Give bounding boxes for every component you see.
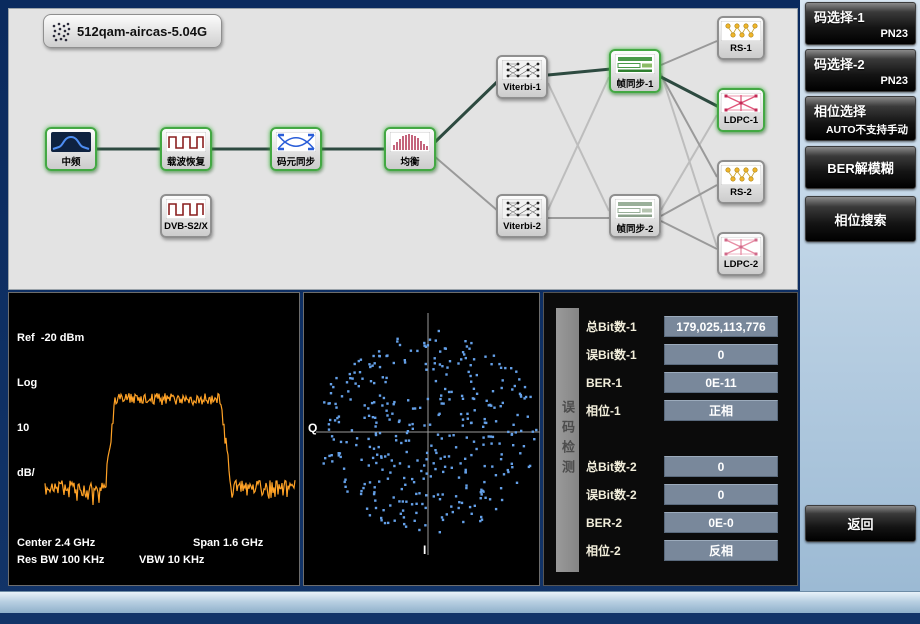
ber-row-error-bits-2: 误Bit数-2 0 <box>586 484 798 505</box>
ldpc-code-icon <box>721 237 761 257</box>
ber-row-value: 0E-0 <box>664 512 778 533</box>
flow-node-rs-1[interactable]: RS-1 <box>717 16 765 60</box>
signal-title-chip[interactable]: 512qam-aircas-5.04G <box>43 14 222 48</box>
flow-node-symbol-sync[interactable]: 码元同步 <box>270 127 322 171</box>
frame-sync-icon <box>615 199 655 219</box>
trellis-icon <box>502 60 542 80</box>
ber-row-ber-2: BER-2 0E-0 <box>586 512 798 533</box>
ber-row-label: 误Bit数-1 <box>586 346 664 363</box>
error-detection-panel: 误码检测 总Bit数-1 179,025,113,776 误Bit数-1 0 B… <box>543 292 798 586</box>
ber-row-value: 0 <box>664 484 778 505</box>
flow-node-equalizer[interactable]: 均衡 <box>384 127 436 171</box>
ber-row-value: 179,025,113,776 <box>664 316 778 337</box>
spectrum-res-bw: Res BW 100 KHz <box>17 554 104 566</box>
pulse-waveform-icon <box>166 132 206 152</box>
spectrum-scale-value: 10 <box>17 421 84 436</box>
ber-row-value: 0 <box>664 344 778 365</box>
ber-row-value: 0E-11 <box>664 372 778 393</box>
constellation-panel: Q I <box>303 292 540 586</box>
sidebar-button-code-select-1[interactable]: 码选择-1 PN23 <box>805 2 916 45</box>
spectrum-log-label: Log <box>17 376 84 391</box>
equalizer-spectrum-icon <box>390 132 430 152</box>
spectrum-center-freq: Center 2.4 GHz <box>17 537 95 549</box>
error-detection-side-label: 误码检测 <box>556 308 579 572</box>
spectrum-ref-level: Ref -20 dBm <box>17 331 84 346</box>
signal-flow-panel: 512qam-aircas-5.04G 中频 载波恢复 码元同步 均衡 DVB-… <box>8 8 798 290</box>
ber-row-label: 总Bit数-2 <box>586 458 664 475</box>
ber-row-total-bits-1: 总Bit数-1 179,025,113,776 <box>586 316 798 337</box>
if-spectrum-icon <box>51 132 91 152</box>
right-sidebar: 码选择-1 PN23 码选择-2 PN23 相位选择 AUTO不支持手动 BER… <box>800 0 920 591</box>
ber-row-error-bits-1: 误Bit数-1 0 <box>586 344 798 365</box>
sidebar-button-code-select-2[interactable]: 码选择-2 PN23 <box>805 49 916 92</box>
flow-node-ldpc-1[interactable]: LDPC-1 <box>717 88 765 132</box>
ber-row-label: BER-2 <box>586 516 664 530</box>
pulse-waveform-icon <box>166 199 206 219</box>
rs-code-icon <box>721 165 761 185</box>
ber-row-label: 总Bit数-1 <box>586 318 664 335</box>
eye-diagram-icon <box>276 132 316 152</box>
spectrum-vbw: VBW 10 KHz <box>139 554 204 566</box>
ber-row-value: 反相 <box>664 540 778 561</box>
ldpc-code-icon <box>721 93 761 113</box>
flow-node-ldpc-2[interactable]: LDPC-2 <box>717 232 765 276</box>
frame-sync-icon <box>615 54 655 74</box>
bottom-bar <box>0 591 920 613</box>
constellation-grid-icon <box>50 20 72 42</box>
flow-node-dvb-s2x[interactable]: DVB-S2/X <box>160 194 212 238</box>
flow-node-carrier-recovery[interactable]: 载波恢复 <box>160 127 212 171</box>
ber-row-value: 正相 <box>664 400 778 421</box>
signal-title: 512qam-aircas-5.04G <box>77 24 207 39</box>
ber-row-ber-1: BER-1 0E-11 <box>586 372 798 393</box>
flow-node-frame-sync-2[interactable]: 帧同步-2 <box>609 194 661 238</box>
q-axis-label: Q <box>308 421 317 435</box>
flow-node-viterbi-1[interactable]: Viterbi-1 <box>496 55 548 99</box>
flow-node-if[interactable]: 中频 <box>45 127 97 171</box>
sidebar-button-return[interactable]: 返回 <box>805 505 916 542</box>
ber-row-label: 误Bit数-2 <box>586 486 664 503</box>
ber-row-phase-1: 相位-1 正相 <box>586 400 798 421</box>
ber-row-label: 相位-1 <box>586 402 664 419</box>
i-axis-label: I <box>423 543 426 557</box>
rs-code-icon <box>721 21 761 41</box>
ber-row-label: BER-1 <box>586 376 664 390</box>
spectrum-analyzer-panel: Ref -20 dBm Log 10 dB/ Center 2.4 GHz Sp… <box>8 292 300 586</box>
spectrum-scale-unit: dB/ <box>17 466 84 481</box>
sidebar-button-phase-select[interactable]: 相位选择 AUTO不支持手动 <box>805 96 916 141</box>
ber-row-label: 相位-2 <box>586 542 664 559</box>
flow-node-rs-2[interactable]: RS-2 <box>717 160 765 204</box>
ber-row-total-bits-2: 总Bit数-2 0 <box>586 456 798 477</box>
flow-node-frame-sync-1[interactable]: 帧同步-1 <box>609 49 661 93</box>
sidebar-button-phase-search[interactable]: 相位搜索 <box>805 196 916 242</box>
app-window: 512qam-aircas-5.04G 中频 载波恢复 码元同步 均衡 DVB-… <box>0 0 920 624</box>
sidebar-button-ber-deambiguity[interactable]: BER解模糊 <box>805 146 916 189</box>
spectrum-span: Span 1.6 GHz <box>193 537 263 549</box>
trellis-icon <box>502 199 542 219</box>
ber-row-phase-2: 相位-2 反相 <box>586 540 798 561</box>
ber-row-value: 0 <box>664 456 778 477</box>
flow-node-viterbi-2[interactable]: Viterbi-2 <box>496 194 548 238</box>
